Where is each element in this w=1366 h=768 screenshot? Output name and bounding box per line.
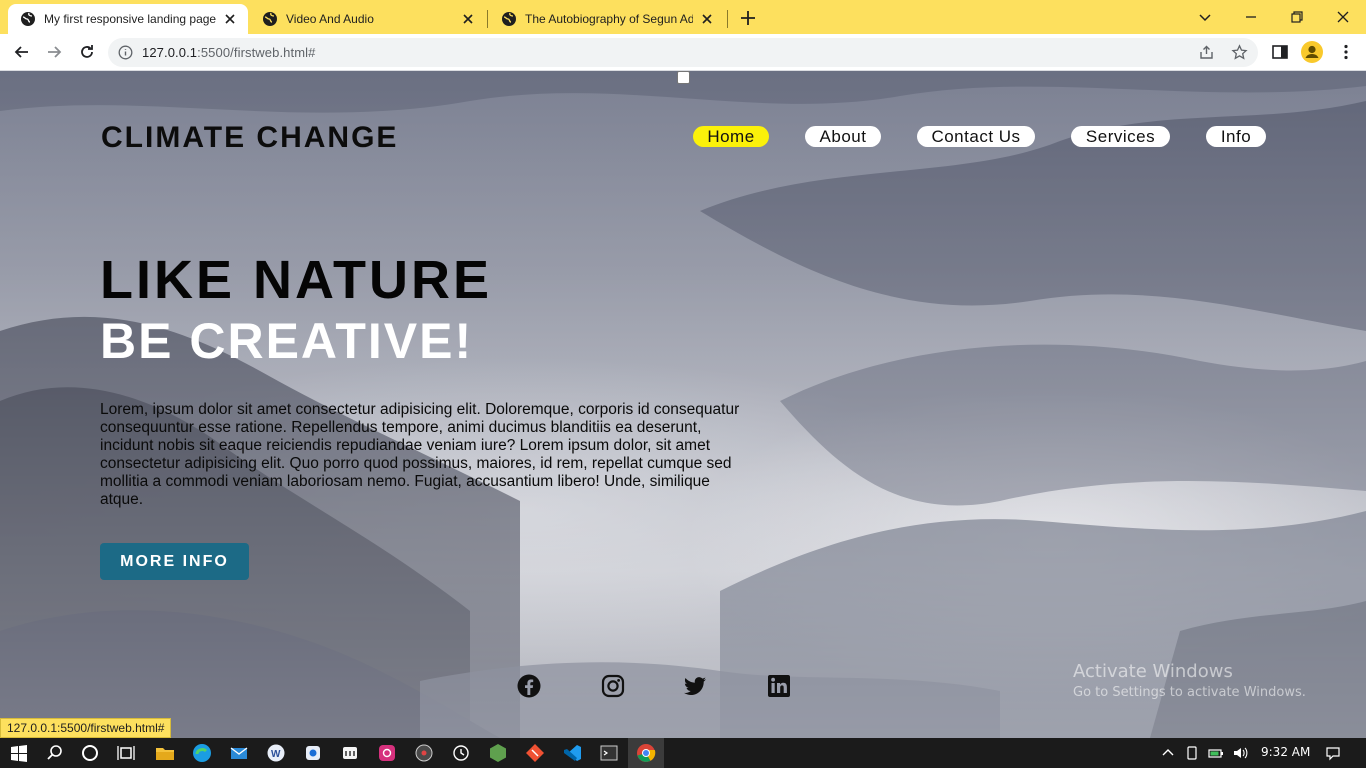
share-icon[interactable] xyxy=(1198,44,1215,61)
restore-icon[interactable] xyxy=(1286,6,1308,28)
tab-title: The Autobiography of Segun Ade xyxy=(525,12,693,26)
reload-icon[interactable] xyxy=(77,42,97,62)
search-icon[interactable] xyxy=(44,742,66,764)
hero-heading: LIKE NATURE xyxy=(100,250,492,310)
close-tab-icon[interactable] xyxy=(460,11,476,27)
tab-search-chevron-icon[interactable] xyxy=(1194,6,1216,28)
battery-icon[interactable] xyxy=(1208,745,1224,761)
media-player-icon[interactable] xyxy=(413,742,435,764)
close-window-icon[interactable] xyxy=(1332,6,1354,28)
tab-landing-page[interactable]: My first responsive landing page xyxy=(8,4,248,34)
hero-subheading: BE CREATIVE! xyxy=(100,313,474,369)
minimize-icon[interactable] xyxy=(1240,6,1262,28)
vscode-icon[interactable] xyxy=(561,742,583,764)
edge-icon[interactable] xyxy=(191,742,213,764)
tab-title: My first responsive landing page xyxy=(44,12,216,26)
hero-paragraph: Lorem, ipsum dolor sit amet consectetur … xyxy=(100,401,740,508)
tab-divider xyxy=(727,10,728,28)
nodejs-icon[interactable] xyxy=(487,742,509,764)
profile-avatar[interactable] xyxy=(1301,41,1323,63)
close-tab-icon[interactable] xyxy=(699,11,715,27)
close-tab-icon[interactable] xyxy=(222,11,238,27)
twitter-icon[interactable] xyxy=(683,674,707,698)
page-viewport: CLIMATE CHANGE Home About Contact Us Ser… xyxy=(0,71,1366,738)
instagram-app-icon[interactable] xyxy=(376,742,398,764)
chrome-taskbar-item[interactable] xyxy=(628,738,664,768)
linkedin-icon[interactable] xyxy=(767,674,791,698)
windows-taskbar: W 9:32 AM xyxy=(0,738,1366,768)
url-text: 127.0.0.1:5500/firstweb.html# xyxy=(142,45,315,60)
url-path: :5500/firstweb.html# xyxy=(197,45,316,60)
browser-tab-strip: My first responsive landing page Video A… xyxy=(0,0,1366,34)
site-info-icon[interactable] xyxy=(118,45,133,60)
git-icon[interactable] xyxy=(524,742,546,764)
person-icon xyxy=(1305,45,1319,58)
tab-title: Video And Audio xyxy=(286,12,374,26)
wordpad-icon[interactable]: W xyxy=(265,742,287,764)
windows-start-icon[interactable] xyxy=(8,742,30,764)
tablet-mode-icon[interactable] xyxy=(1184,745,1200,761)
cortana-icon[interactable] xyxy=(79,742,101,764)
notification-center-icon[interactable] xyxy=(1325,745,1341,761)
link-status-bar: 127.0.0.1:5500/firstweb.html# xyxy=(0,718,172,738)
nav-info[interactable]: Info xyxy=(1206,126,1266,147)
tab-video-audio[interactable]: Video And Audio xyxy=(250,4,486,34)
nav-about[interactable]: About xyxy=(805,126,881,147)
task-view-icon[interactable] xyxy=(115,742,137,764)
tab-divider xyxy=(487,10,488,28)
url-host: 127.0.0.1 xyxy=(142,45,198,60)
tab-autobiography[interactable]: The Autobiography of Segun Ade xyxy=(489,4,725,34)
browser-toolbar: 127.0.0.1:5500/firstweb.html# xyxy=(0,34,1366,71)
nav-services[interactable]: Services xyxy=(1071,126,1170,147)
facebook-icon[interactable] xyxy=(517,674,541,698)
forward-arrow-icon[interactable] xyxy=(44,42,64,62)
new-tab-icon[interactable] xyxy=(738,8,758,28)
back-arrow-icon[interactable] xyxy=(12,42,32,62)
bookmark-star-icon[interactable] xyxy=(1231,44,1248,61)
globe-icon xyxy=(263,12,277,26)
mail-icon[interactable] xyxy=(228,742,250,764)
kebab-menu-icon[interactable] xyxy=(1336,42,1356,62)
tray-chevron-up-icon[interactable] xyxy=(1160,745,1176,761)
terminal-icon[interactable] xyxy=(598,742,620,764)
chrome-icon xyxy=(637,744,656,762)
activate-windows-title: Activate Windows xyxy=(1073,661,1233,682)
snip-tool-icon[interactable] xyxy=(302,742,324,764)
instagram-icon[interactable] xyxy=(601,674,625,698)
site-logo-text[interactable]: CLIMATE CHANGE xyxy=(101,121,398,155)
nav-contact-us[interactable]: Contact Us xyxy=(917,126,1035,147)
taskbar-clock[interactable]: 9:32 AM xyxy=(1261,745,1310,759)
address-bar[interactable]: 127.0.0.1:5500/firstweb.html# xyxy=(108,38,1258,67)
file-explorer-icon[interactable] xyxy=(154,742,176,764)
activate-windows-subtitle: Go to Settings to activate Windows. xyxy=(1073,685,1306,700)
globe-icon xyxy=(21,12,35,26)
volume-icon[interactable] xyxy=(1232,745,1248,761)
clock-app-icon[interactable] xyxy=(450,742,472,764)
sticky-app-icon[interactable] xyxy=(339,742,361,764)
more-info-button[interactable]: MORE INFO xyxy=(100,543,249,580)
globe-icon xyxy=(502,12,516,26)
side-panel-icon[interactable] xyxy=(1270,42,1290,62)
menu-toggle-checkbox[interactable] xyxy=(677,71,690,84)
nav-home[interactable]: Home xyxy=(693,126,769,147)
svg-text:W: W xyxy=(271,749,281,760)
